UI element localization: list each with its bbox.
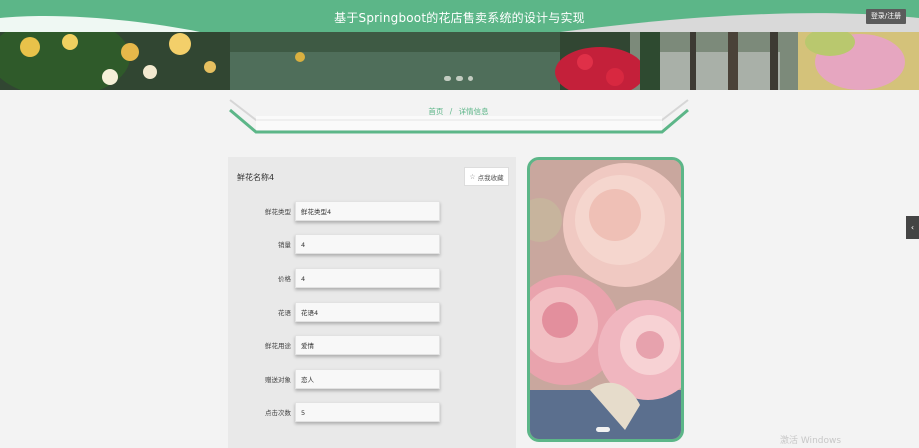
flower-image xyxy=(530,160,681,439)
banner-pagination xyxy=(444,76,473,81)
field-label: 花语 xyxy=(278,309,291,317)
banner-dot-2[interactable] xyxy=(456,76,463,81)
field-value-recipient[interactable]: 恋人 xyxy=(295,369,440,389)
field-row-price: 价格 4 xyxy=(228,268,516,288)
field-value-clicks[interactable]: 5 xyxy=(295,402,440,422)
field-row-usage: 鲜花用途 爱情 xyxy=(228,335,516,355)
field-value-usage[interactable]: 爱情 xyxy=(295,335,440,355)
side-collapse-tab[interactable]: ‹ xyxy=(906,216,919,239)
field-row-sales: 销量 4 xyxy=(228,234,516,254)
flower-banner[interactable] xyxy=(0,32,919,90)
flower-image-carousel[interactable] xyxy=(527,157,684,442)
breadcrumb-current: 详情信息 xyxy=(458,107,489,116)
breadcrumb-separator: / xyxy=(449,107,453,116)
breadcrumb-home-link[interactable]: 首页 xyxy=(428,107,443,116)
field-label: 赠送对象 xyxy=(265,376,291,384)
breadcrumb-panel: 首页 / 详情信息 xyxy=(226,96,691,136)
top-header: 基于Springboot的花店售卖系统的设计与实现 登录/注册 xyxy=(0,0,919,32)
field-row-clicks: 点击次数 5 xyxy=(228,402,516,422)
windows-activation-watermark: 激活 Windows xyxy=(780,436,842,446)
field-row-type: 鲜花类型 鲜花类型4 xyxy=(228,201,516,221)
field-value-type[interactable]: 鲜花类型4 xyxy=(295,201,440,221)
banner-image xyxy=(0,32,919,90)
star-icon: ☆ xyxy=(469,172,476,181)
field-label: 鲜花用途 xyxy=(265,342,291,350)
collect-button[interactable]: ☆ 点我收藏 xyxy=(464,167,509,186)
field-row-flower-language: 花语 花语4 xyxy=(228,302,516,322)
flower-detail-panel: 鲜花名称4 ☆ 点我收藏 鲜花类型 鲜花类型4 销量 4 价格 4 花语 花语4… xyxy=(228,157,516,448)
banner-dot-3[interactable] xyxy=(468,76,473,81)
site-title: 基于Springboot的花店售卖系统的设计与实现 xyxy=(334,11,585,25)
field-label: 鲜花类型 xyxy=(265,208,291,216)
field-row-recipient: 赠送对象 恋人 xyxy=(228,369,516,389)
field-value-price[interactable]: 4 xyxy=(295,268,440,288)
breadcrumb: 首页 / 详情信息 xyxy=(226,106,691,117)
banner-dot-1[interactable] xyxy=(444,76,451,81)
field-value-sales[interactable]: 4 xyxy=(295,234,440,254)
field-label: 点击次数 xyxy=(265,409,291,417)
login-register-button[interactable]: 登录/注册 xyxy=(866,9,906,24)
image-carousel-dot[interactable] xyxy=(596,427,610,432)
field-label: 价格 xyxy=(278,275,291,283)
field-value-flower-language[interactable]: 花语4 xyxy=(295,302,440,322)
collect-label: 点我收藏 xyxy=(477,173,504,182)
field-label: 销量 xyxy=(278,241,291,249)
flower-name: 鲜花名称4 xyxy=(237,173,275,182)
